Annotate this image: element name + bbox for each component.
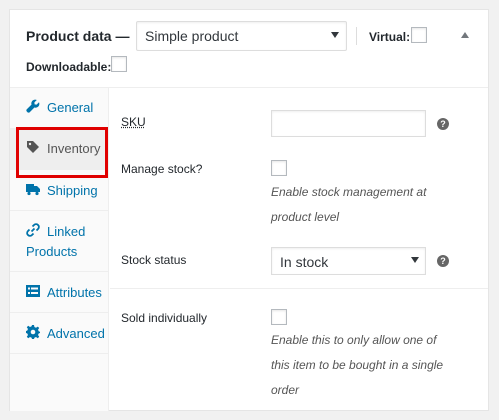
product-type-select[interactable]: Simple product <box>136 21 347 51</box>
tab-linked-label: Linked <box>47 224 86 239</box>
tab-linked-label-2: Products <box>26 244 78 259</box>
chevron-down-icon <box>411 257 419 263</box>
downloadable-label: Downloadable: <box>26 60 112 74</box>
sold-desc-line-1: Enable this to only allow one of <box>271 333 437 347</box>
sku-label: SKU <box>121 115 146 129</box>
link-icon <box>26 223 40 237</box>
sold-individually-description: Enable this to only allow one of this it… <box>271 328 471 403</box>
panel-header: Product data — Simple product Virtual: D… <box>10 10 488 88</box>
stock-status-value: In stock <box>280 254 329 270</box>
panel-title: Product data — <box>26 28 130 44</box>
sold-individually-checkbox[interactable] <box>271 309 287 325</box>
gear-icon <box>26 325 40 339</box>
sold-desc-line-2: this item to be bought in a single <box>271 358 444 372</box>
header-separator <box>356 27 357 45</box>
sku-help-icon[interactable]: ? <box>437 118 449 130</box>
manage-stock-desc-line-2: product level <box>271 210 340 224</box>
sold-desc-line-3: order <box>271 383 300 397</box>
tab-general-label: General <box>47 100 94 115</box>
truck-icon <box>26 184 40 196</box>
tab-attributes-label: Attributes <box>47 285 102 300</box>
virtual-label: Virtual: <box>369 30 411 44</box>
list-icon <box>26 285 40 297</box>
tab-attributes[interactable]: Attributes <box>10 272 109 313</box>
stock-status-help-icon[interactable]: ? <box>437 255 449 267</box>
inventory-panel: SKU ? Manage stock? Enable stock managem… <box>110 88 488 411</box>
inventory-highlight-box <box>16 127 108 178</box>
chevron-down-icon <box>331 32 339 38</box>
section-divider <box>110 288 488 289</box>
tab-advanced-label: Advanced <box>47 326 105 341</box>
tab-shipping-label: Shipping <box>47 183 98 198</box>
manage-stock-checkbox[interactable] <box>271 160 287 176</box>
collapse-toggle-icon[interactable] <box>461 32 469 38</box>
virtual-checkbox[interactable] <box>411 27 427 43</box>
wrench-icon <box>26 99 40 113</box>
sku-input[interactable] <box>271 110 426 137</box>
tab-general[interactable]: General <box>10 88 109 129</box>
tab-linked-products[interactable]: Linked Products <box>10 211 109 272</box>
manage-stock-description: Enable stock management at product level <box>271 180 471 230</box>
product-type-value: Simple product <box>145 28 239 44</box>
downloadable-checkbox[interactable] <box>111 56 127 72</box>
tab-advanced[interactable]: Advanced <box>10 313 109 354</box>
manage-stock-label: Manage stock? <box>121 162 203 176</box>
stock-status-select[interactable]: In stock <box>271 247 426 275</box>
product-data-panel: Product data — Simple product Virtual: D… <box>9 9 489 411</box>
sold-individually-label: Sold individually <box>121 311 208 325</box>
stock-status-label: Stock status <box>121 253 187 267</box>
manage-stock-desc-line-1: Enable stock management at <box>271 185 427 199</box>
